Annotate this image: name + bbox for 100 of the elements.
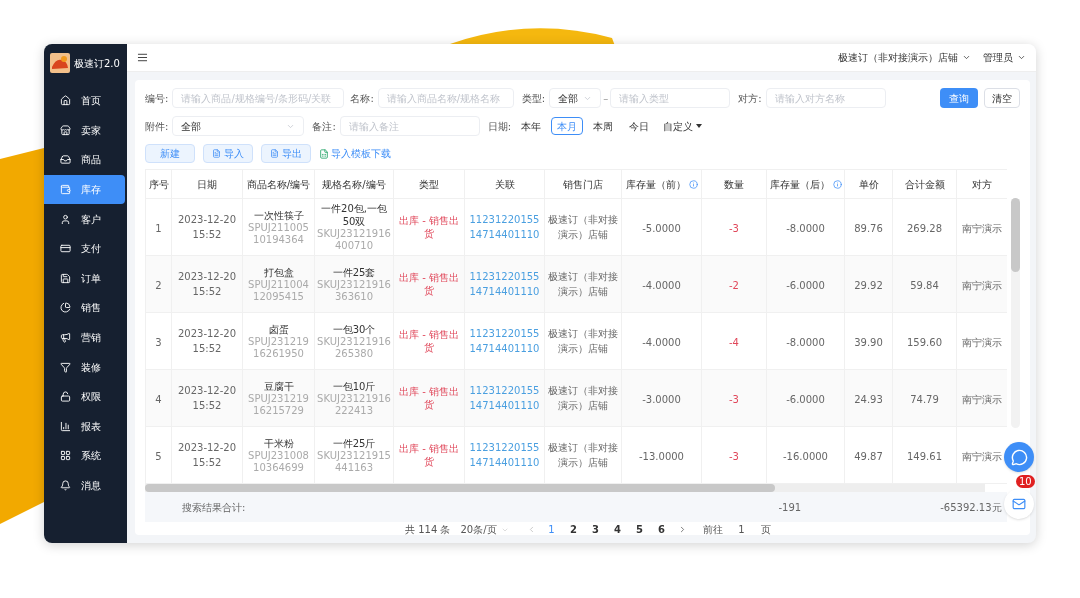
chevron-down-icon — [1017, 53, 1026, 62]
sidebar-item[interactable]: 权限 — [44, 381, 127, 412]
page-number[interactable]: 6 — [655, 522, 668, 537]
page-number[interactable]: 3 — [589, 522, 602, 537]
user-dropdown[interactable]: 管理员 — [983, 50, 1026, 65]
vertical-scrollbar[interactable] — [1011, 198, 1020, 428]
column-header: 类型 — [393, 169, 465, 199]
table-cell: -4 — [729, 337, 739, 348]
sidebar-item[interactable]: 系统 — [44, 441, 127, 471]
field-label: 日期: — [487, 119, 512, 134]
table-cell: -3 — [729, 394, 739, 405]
spec-code: SKUJ23121916363610 — [317, 278, 391, 303]
spec-name: 一包10斤 — [331, 379, 377, 393]
sidebar-item[interactable]: 客户 — [44, 204, 127, 234]
menu-icon[interactable] — [137, 52, 148, 63]
page-number[interactable]: 2 — [567, 522, 580, 537]
table-cell-text: 极速订（非对接演示）店铺 — [547, 327, 619, 356]
column-header: 对方 — [956, 169, 1007, 199]
bar-chart-icon — [60, 420, 71, 432]
goto-page-input[interactable]: 1 — [732, 522, 751, 537]
date-option[interactable]: 本年 — [515, 117, 548, 135]
table-cell: -6.0000 — [786, 394, 825, 405]
goto-label: 前往 — [702, 523, 723, 537]
type-select[interactable]: 全部 — [549, 88, 602, 108]
table-cell: 29.92 — [854, 280, 883, 291]
table-cell: 74.79 — [910, 394, 939, 405]
table-cell: 南宁演示 — [962, 337, 1002, 348]
summary-quantity: -191 — [777, 500, 803, 515]
table-cell: -6.0000 — [786, 280, 825, 291]
spec-name: 一件20包,一包50双 — [320, 202, 388, 228]
attachment-select[interactable]: 全部 — [172, 116, 305, 136]
table-cell-text: 2023-12-20 15:52 — [176, 213, 238, 242]
summary-label: 搜索结果合计: — [181, 500, 247, 515]
sidebar-item[interactable]: 营销 — [44, 322, 127, 353]
table-cell-text: 出库 - 销售出货 — [398, 214, 460, 240]
info-icon — [832, 179, 842, 189]
table-cell-text: 2023-12-20 15:52 — [176, 270, 238, 299]
scrollbar-thumb[interactable] — [1011, 198, 1020, 272]
sidebar-item[interactable]: 报表 — [44, 411, 127, 442]
megaphone-icon — [60, 332, 71, 344]
table-cell: -4.0000 — [642, 337, 681, 348]
column-header: 关联 — [464, 169, 545, 199]
product-code: SPUJ23121916215729 — [247, 392, 310, 417]
date-option[interactable]: 本月 — [551, 117, 584, 135]
product-code: SPUJ23100810364699 — [247, 449, 310, 474]
grid-icon — [60, 450, 71, 462]
chevron-down-icon — [962, 53, 971, 62]
table-cell: 59.84 — [910, 280, 939, 291]
page-number[interactable]: 5 — [633, 522, 646, 537]
template-download-link[interactable]: 导入模板下载 — [319, 146, 391, 161]
table-cell: -3 — [729, 223, 739, 234]
sidebar-item[interactable]: 装修 — [44, 352, 127, 382]
horizontal-scrollbar[interactable] — [145, 484, 985, 492]
table-cell-text: 极速订（非对接演示）店铺 — [547, 441, 619, 470]
table-cell-text: 出库 - 销售出货 — [398, 328, 460, 354]
total-count: 共 114 条 — [405, 523, 451, 537]
table-cell: 南宁演示 — [962, 394, 1002, 405]
spec-code: SKUJ23121915441163 — [317, 449, 391, 474]
sidebar-item[interactable]: 消息 — [44, 470, 127, 501]
table-cell-text: 出库 - 销售出货 — [398, 385, 460, 411]
table-cell: -13.0000 — [639, 451, 684, 462]
inbox-icon — [60, 154, 71, 166]
table-cell: 4 — [155, 394, 162, 405]
custom-date-dropdown[interactable]: 自定义 — [659, 117, 707, 135]
table-cell: 3 — [155, 337, 162, 348]
date-option[interactable]: 今日 — [623, 117, 656, 135]
sidebar-item[interactable]: 销售 — [44, 293, 127, 323]
table-cell: -16.0000 — [783, 451, 828, 462]
date-option[interactable]: 本周 — [587, 117, 620, 135]
info-icon — [688, 179, 698, 189]
table-cell: 南宁演示 — [962, 451, 1002, 462]
sidebar-item[interactable]: 订单 — [44, 263, 127, 294]
field-label: 备注: — [312, 119, 336, 134]
spec-code: SKUJ23121916400710 — [317, 228, 391, 252]
save-icon — [60, 272, 71, 284]
sidebar-item[interactable]: 商品 — [44, 145, 127, 175]
column-header: 序号 — [145, 169, 172, 199]
card-icon — [60, 243, 71, 255]
home-icon — [60, 95, 71, 107]
document-icon — [270, 149, 279, 158]
page-size-select[interactable]: 20条/页 — [460, 522, 509, 537]
scrollbar-thumb[interactable] — [145, 484, 775, 492]
store-dropdown[interactable]: 极速订（非对接演示）店铺 — [838, 50, 971, 65]
table-cell: 南宁演示 — [962, 223, 1002, 234]
column-header: 日期 — [171, 169, 243, 199]
field-label: 编号: — [145, 91, 169, 106]
column-header: 规格名称/编号 — [314, 169, 394, 199]
table-cell-text: 出库 - 销售出货 — [398, 442, 460, 468]
spec-code: SKUJ23121916265380 — [317, 335, 391, 360]
field-label: 附件: — [145, 119, 169, 134]
bell-icon — [60, 480, 71, 491]
page-number[interactable]: 4 — [611, 522, 624, 537]
sidebar-item[interactable]: 支付 — [44, 233, 127, 264]
field-label: 名称: — [350, 91, 374, 106]
sidebar-item[interactable]: 首页 — [44, 86, 127, 116]
app-name: 极速订2.0 — [74, 56, 120, 71]
table-cell-text: 2023-12-20 15:52 — [176, 384, 238, 413]
column-header: 销售门店 — [544, 169, 622, 199]
clear-button[interactable]: 清空 — [984, 88, 1020, 108]
sidebar-item[interactable]: 卖家 — [44, 115, 127, 146]
